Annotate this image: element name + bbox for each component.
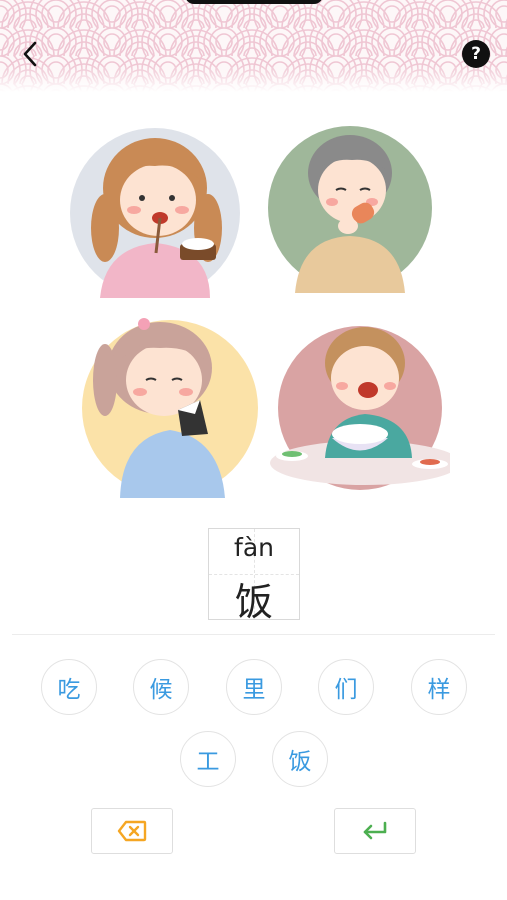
eating-illustration — [70, 126, 450, 498]
option-button-5[interactable]: 样 — [411, 659, 467, 715]
option-button-3[interactable]: 里 — [226, 659, 282, 715]
option-button-2[interactable]: 候 — [133, 659, 189, 715]
help-button[interactable]: ? — [462, 40, 490, 68]
option-button-7[interactable]: 饭 — [272, 731, 328, 787]
enter-return-icon — [363, 821, 387, 840]
divider — [12, 634, 495, 635]
option-button-4[interactable]: 们 — [318, 659, 374, 715]
option-button-1[interactable]: 吃 — [41, 659, 97, 715]
device-notch — [185, 0, 323, 4]
back-button[interactable] — [14, 36, 46, 72]
boy-eating-rice — [270, 326, 450, 490]
target-character: 饭 — [234, 580, 273, 624]
boy-eating-popsicle — [268, 126, 432, 293]
delete-button[interactable] — [91, 808, 173, 854]
scale-pattern — [0, 0, 507, 92]
option-button-6[interactable]: 工 — [180, 731, 236, 787]
pinyin-label: fàn — [234, 533, 274, 562]
question-circle-icon: ? — [471, 44, 481, 64]
submit-button[interactable] — [334, 808, 416, 854]
girl-eating-rice-ball — [82, 318, 258, 498]
backspace-icon — [117, 820, 147, 842]
chevron-left-icon — [23, 41, 37, 67]
header-bar: ? — [0, 0, 507, 92]
girl-eating-skewer — [70, 128, 240, 298]
character-card: fàn 饭 — [208, 528, 300, 624]
